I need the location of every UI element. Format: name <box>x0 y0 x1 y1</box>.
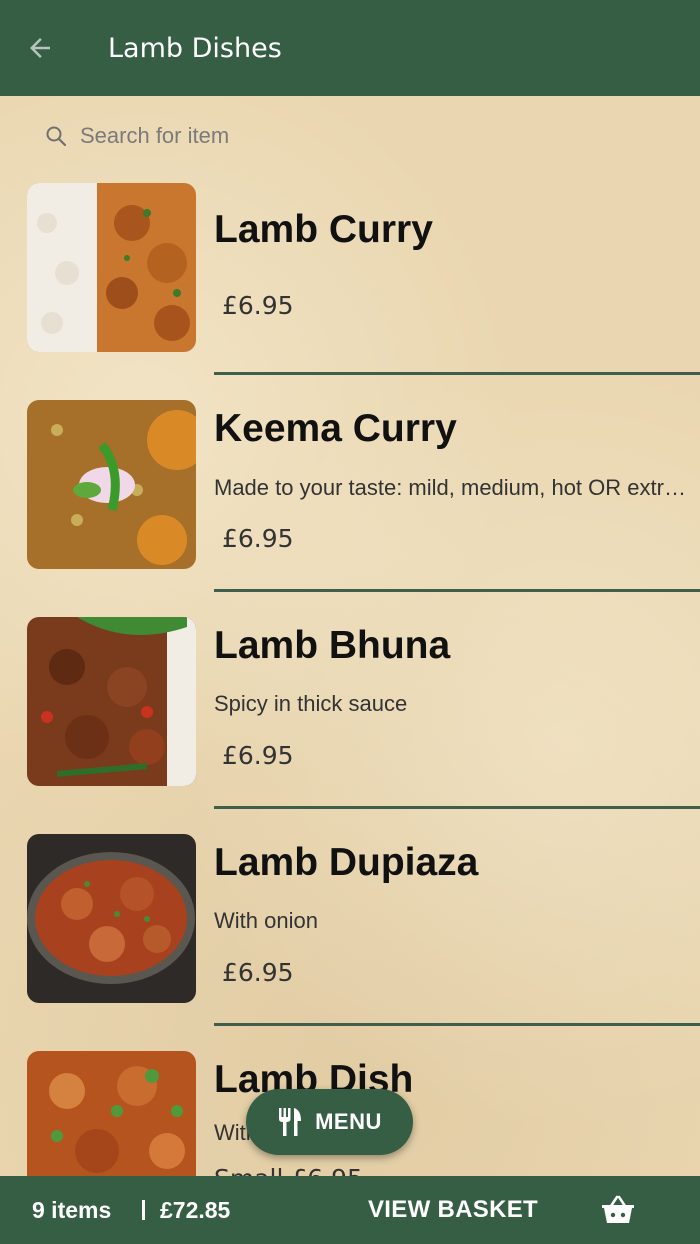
menu-button-label: MENU <box>315 1109 382 1134</box>
item-description: Spicy in thick sauce <box>214 691 408 716</box>
item-divider <box>214 1023 700 1026</box>
item-name: Lamb Dupiaza <box>214 841 479 884</box>
cutlery-icon <box>279 1108 302 1136</box>
basket-bar[interactable]: 9 items £72.85 VIEW BASKET <box>0 1176 700 1244</box>
top-app-bar: Lamb Dishes <box>0 0 700 96</box>
menu-item-lamb-dupiaza[interactable]: Lamb Dupiaza With onion £6.95 <box>0 831 700 1047</box>
item-price: Small £6.95 <box>214 1164 363 1176</box>
item-name: Keema Curry <box>214 407 457 450</box>
item-price: £6.95 <box>222 958 294 987</box>
menu-item-keema-curry[interactable]: Keema Curry Made to your taste: mild, me… <box>0 397 700 613</box>
lamb-dish-image <box>27 1051 196 1176</box>
search-input[interactable] <box>80 123 600 149</box>
basket-icon[interactable] <box>601 1195 635 1225</box>
back-button[interactable] <box>0 0 80 96</box>
item-divider <box>214 806 700 809</box>
item-price: £6.95 <box>222 741 294 770</box>
menu-button[interactable]: MENU <box>246 1089 413 1155</box>
page-title: Lamb Dishes <box>108 32 282 64</box>
lamb-dupiaza-image <box>27 834 196 1003</box>
item-description: Made to your taste: mild, medium, hot OR… <box>214 475 686 500</box>
item-description: With onion <box>214 908 318 933</box>
keema-curry-image <box>27 400 196 569</box>
item-name: Lamb Curry <box>214 208 433 251</box>
item-name: Lamb Bhuna <box>214 624 451 667</box>
item-price: £6.95 <box>222 524 294 553</box>
item-price: £6.95 <box>222 291 294 320</box>
item-list-area: Lamb Curry £6.95 Keema Curry Made to you… <box>0 96 700 1176</box>
search-icon <box>46 126 67 147</box>
menu-item-lamb-curry[interactable]: Lamb Curry £6.95 <box>0 180 700 396</box>
basket-item-count: 9 items <box>32 1196 112 1223</box>
basket-total: £72.85 <box>160 1196 231 1223</box>
item-divider <box>214 372 700 375</box>
menu-item-lamb-bhuna[interactable]: Lamb Bhuna Spicy in thick sauce £6.95 <box>0 614 700 830</box>
lamb-curry-image <box>27 183 196 352</box>
lamb-bhuna-image <box>27 617 196 786</box>
item-divider <box>214 589 700 592</box>
basket-separator <box>142 1200 145 1220</box>
search-bar[interactable] <box>44 120 644 152</box>
arrow-left-icon <box>30 38 50 58</box>
view-basket-button[interactable]: VIEW BASKET <box>368 1196 538 1224</box>
